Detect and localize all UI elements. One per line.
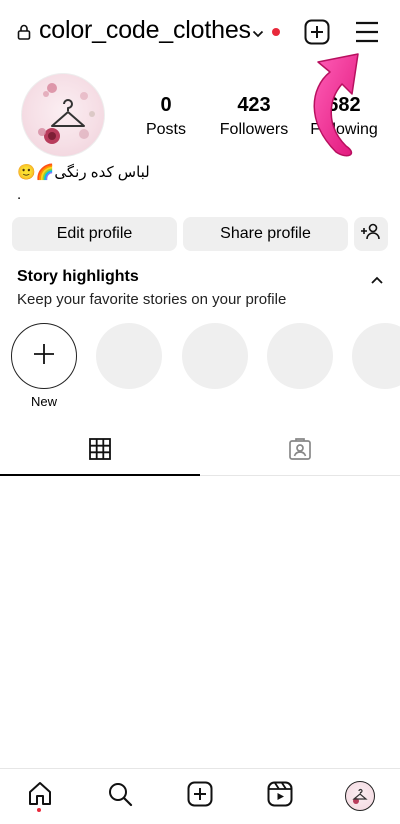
following-label: Following <box>310 121 378 138</box>
add-person-icon <box>361 223 381 246</box>
grid-icon <box>89 437 111 465</box>
bottom-navigation <box>0 768 400 824</box>
highlight-placeholder <box>352 323 400 389</box>
posts-stat[interactable]: 0 Posts <box>140 94 192 139</box>
nav-create[interactable] <box>185 781 215 811</box>
highlight-placeholder <box>96 323 162 389</box>
highlight-placeholder <box>267 323 333 389</box>
following-stat[interactable]: 682 Following <box>306 94 382 139</box>
chevron-down-icon[interactable] <box>252 26 264 44</box>
nav-reels[interactable] <box>265 781 295 811</box>
edit-profile-button[interactable]: Edit profile <box>12 217 177 251</box>
posts-count: 0 <box>160 94 172 116</box>
collapse-chevron-icon[interactable] <box>370 272 384 290</box>
new-highlight-button[interactable] <box>11 323 77 389</box>
new-post-icon <box>187 781 213 812</box>
new-post-icon[interactable] <box>304 19 330 50</box>
bio-text: لباس کده رنگی🌈🙂 <box>17 164 150 181</box>
followers-label: Followers <box>219 121 289 138</box>
tab-posts-grid[interactable] <box>0 428 200 476</box>
home-icon <box>27 781 53 812</box>
notification-dot <box>272 28 280 36</box>
share-profile-button[interactable]: Share profile <box>183 217 348 251</box>
profile-avatar[interactable] <box>21 73 105 157</box>
menu-icon[interactable] <box>355 21 379 48</box>
top-bar: color_code_clothes <box>0 0 400 64</box>
posts-label: Posts <box>145 121 186 138</box>
nav-profile[interactable] <box>345 781 375 811</box>
tab-tagged[interactable] <box>200 428 400 476</box>
avatar <box>345 781 375 811</box>
home-notification-dot <box>37 808 41 812</box>
new-highlight-label: New <box>30 394 57 409</box>
highlights-title: Story highlights <box>17 268 139 285</box>
search-icon <box>107 781 133 812</box>
username[interactable]: color_code_clothes <box>39 16 251 45</box>
discover-people-button[interactable] <box>354 217 388 251</box>
nav-home[interactable] <box>25 781 55 811</box>
followers-stat[interactable]: 423 Followers <box>218 94 290 139</box>
nav-search[interactable] <box>105 781 135 811</box>
plus-icon <box>32 342 56 371</box>
highlights-subtitle: Keep your favorite stories on your profi… <box>17 291 287 308</box>
highlight-placeholder <box>182 323 248 389</box>
lock-icon <box>17 24 31 45</box>
followers-count: 423 <box>237 94 271 116</box>
following-count: 682 <box>327 94 361 116</box>
bio-text-line2: . <box>17 186 22 203</box>
reels-icon <box>267 781 293 812</box>
tagged-person-icon <box>288 437 312 466</box>
